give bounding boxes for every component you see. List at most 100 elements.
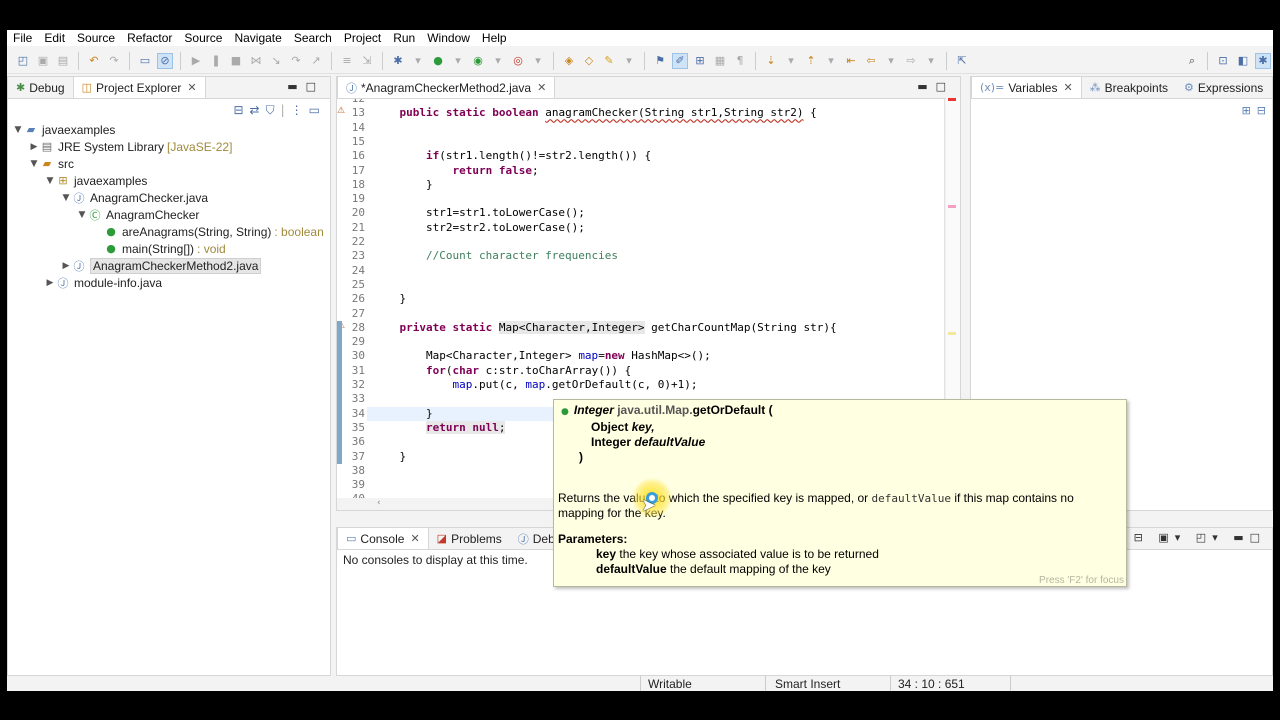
- tree-item-file-anagramchecker[interactable]: ▼ Ⓙ AnagramChecker.java: [8, 189, 330, 206]
- coverage-icon[interactable]: ◉: [470, 53, 486, 69]
- menu-search[interactable]: Search: [288, 31, 338, 45]
- mark-occurrences-icon[interactable]: ✐: [672, 52, 688, 69]
- filter-icon[interactable]: ⛉: [266, 103, 275, 118]
- show-type-names-icon[interactable]: ⊞: [1242, 104, 1251, 117]
- show-whitespace-icon[interactable]: ▦: [712, 53, 728, 69]
- tree-item-file-anagramcheckermethod2[interactable]: ▶ Ⓙ AnagramCheckerMethod2.java: [8, 257, 330, 274]
- collapse-all-icon[interactable]: ⊟: [1257, 104, 1266, 117]
- error-marker[interactable]: [948, 98, 956, 101]
- code-line[interactable]: for(char c:str.toCharArray()) {: [373, 364, 631, 378]
- console-toolbar[interactable]: ⊟ ▣▾ ◰▾ ▬□: [1134, 531, 1266, 544]
- tree-item-jre[interactable]: ▶ ▤ JRE System Library [JavaSE-22]: [8, 138, 330, 155]
- close-icon[interactable]: ✕: [537, 81, 546, 94]
- tab-debug[interactable]: ✱ Debug: [8, 77, 73, 98]
- pin-editor-icon[interactable]: ⇱: [954, 53, 970, 69]
- next-annotation-icon[interactable]: ⇣: [763, 53, 779, 69]
- dropdown-icon[interactable]: ▾: [621, 53, 637, 69]
- menu-refactor[interactable]: Refactor: [121, 31, 178, 45]
- tree-item-method-main[interactable]: ● main(String[]): void: [8, 240, 330, 257]
- more-icon[interactable]: ▭: [309, 103, 320, 117]
- warning-marker[interactable]: [948, 332, 956, 335]
- code-line[interactable]: //Count character frequencies: [373, 249, 618, 263]
- step-into-icon[interactable]: ↘: [268, 53, 284, 69]
- tree-item-src[interactable]: ▼ ▰ src: [8, 155, 330, 172]
- dropdown-icon[interactable]: ▾: [823, 53, 839, 69]
- debug-perspective-icon[interactable]: ✱: [1255, 52, 1271, 69]
- close-icon[interactable]: ✕: [410, 532, 419, 545]
- menu-edit[interactable]: Edit: [38, 31, 71, 45]
- drop-to-frame-icon[interactable]: ⇲: [359, 53, 375, 69]
- forward-icon[interactable]: ⇨: [903, 53, 919, 69]
- view-menu-icon[interactable]: ⋮: [291, 103, 303, 117]
- terminate-icon[interactable]: ■: [228, 53, 244, 69]
- menu-window[interactable]: Window: [421, 31, 476, 45]
- occurrence-marker[interactable]: [948, 205, 956, 208]
- tab-console[interactable]: ▭ Console ✕: [337, 527, 429, 549]
- menu-run[interactable]: Run: [387, 31, 421, 45]
- toggle-breadcrumb-icon[interactable]: ⚑: [652, 53, 668, 69]
- code-line[interactable]: if(str1.length()!=str2.length()) {: [373, 149, 651, 163]
- tree-item-package[interactable]: ▼ ⊞ javaexamples: [8, 172, 330, 189]
- terminal-icon[interactable]: ▭: [137, 53, 153, 69]
- tab-expressions[interactable]: ⚙ Expressions: [1176, 77, 1271, 98]
- code-line[interactable]: return null;: [373, 420, 506, 435]
- dropdown-icon[interactable]: ▾: [783, 53, 799, 69]
- external-tools-icon[interactable]: ◎: [510, 53, 526, 69]
- last-edit-icon[interactable]: ⇤: [843, 53, 859, 69]
- save-all-icon[interactable]: ▤: [55, 53, 71, 69]
- tree-item-method-areanagrams[interactable]: ● areAnagrams(String, String): boolean: [8, 223, 330, 240]
- undo-icon[interactable]: ↶: [86, 53, 102, 69]
- previous-annotation-icon[interactable]: ⇡: [803, 53, 819, 69]
- dropdown-icon[interactable]: ▾: [490, 53, 506, 69]
- chevron-right-icon[interactable]: ▶: [60, 261, 72, 271]
- link-with-editor-icon[interactable]: ⇄: [250, 103, 260, 117]
- chevron-right-icon[interactable]: ▶: [44, 278, 56, 288]
- suspend-icon[interactable]: ❚: [208, 53, 224, 69]
- code-line[interactable]: map.put(c, map.getOrDefault(c, 0)+1);: [373, 378, 697, 392]
- tab-breakpoints[interactable]: ⁂ Breakpoints: [1082, 77, 1176, 98]
- tab-problems[interactable]: ◪ Problems: [429, 528, 510, 549]
- dropdown-icon[interactable]: ▾: [883, 53, 899, 69]
- dropdown-icon[interactable]: ▾: [530, 53, 546, 69]
- tab-editor-file[interactable]: Ⓙ *AnagramCheckerMethod2.java ✕: [337, 76, 556, 98]
- dropdown-icon[interactable]: ▾: [450, 53, 466, 69]
- warning-marker-icon[interactable]: ⚠: [337, 106, 347, 120]
- code-line[interactable]: str1=str1.toLowerCase();: [373, 206, 585, 220]
- code-line[interactable]: }: [373, 292, 406, 306]
- code-line[interactable]: }: [373, 450, 406, 464]
- code-line[interactable]: private static Map<Character,Integer> ge…: [373, 320, 837, 335]
- view-window-controls[interactable]: ▬□: [917, 80, 954, 93]
- chevron-down-icon[interactable]: ▼: [60, 193, 72, 203]
- resume-icon[interactable]: ▶: [188, 53, 204, 69]
- chevron-down-icon[interactable]: ▼: [76, 210, 88, 220]
- close-icon[interactable]: ✕: [1063, 81, 1072, 94]
- dropdown-icon[interactable]: ▾: [410, 53, 426, 69]
- tree-item-class[interactable]: ▼ Ⓒ AnagramChecker: [8, 206, 330, 223]
- menu-help[interactable]: Help: [476, 31, 513, 45]
- disconnect-icon[interactable]: ⋈: [248, 53, 264, 69]
- menu-project[interactable]: Project: [338, 31, 387, 45]
- run-icon[interactable]: ●: [430, 53, 446, 69]
- save-icon[interactable]: ▣: [35, 53, 51, 69]
- open-perspective-icon[interactable]: ⊡: [1215, 53, 1231, 69]
- open-type-icon[interactable]: ◇: [581, 53, 597, 69]
- menu-navigate[interactable]: Navigate: [228, 31, 287, 45]
- code-line[interactable]: public static boolean anagramChecker(Str…: [373, 106, 817, 120]
- java-perspective-icon[interactable]: ◧: [1235, 53, 1251, 69]
- step-return-icon[interactable]: ↗: [308, 53, 324, 69]
- pilcrow-icon[interactable]: ¶: [732, 53, 748, 69]
- view-window-controls[interactable]: ▬□: [287, 80, 324, 93]
- close-icon[interactable]: ✕: [187, 81, 196, 94]
- menu-file[interactable]: File: [7, 31, 38, 45]
- new-java-project-icon[interactable]: ◈: [561, 53, 577, 69]
- chevron-right-icon[interactable]: ▶: [28, 142, 40, 152]
- back-icon[interactable]: ⇦: [863, 53, 879, 69]
- menu-source[interactable]: Source: [71, 31, 121, 45]
- code-line[interactable]: return false;: [373, 164, 538, 178]
- chevron-down-icon[interactable]: ▼: [44, 176, 56, 186]
- dropdown-icon[interactable]: ▾: [923, 53, 939, 69]
- code-line[interactable]: str2=str2.toLowerCase();: [373, 221, 585, 235]
- tree-item-module-info[interactable]: ▶ Ⓙmodule-info.java: [8, 274, 330, 291]
- step-over-icon[interactable]: ↷: [288, 53, 304, 69]
- collapse-all-icon[interactable]: ⊟: [233, 103, 243, 117]
